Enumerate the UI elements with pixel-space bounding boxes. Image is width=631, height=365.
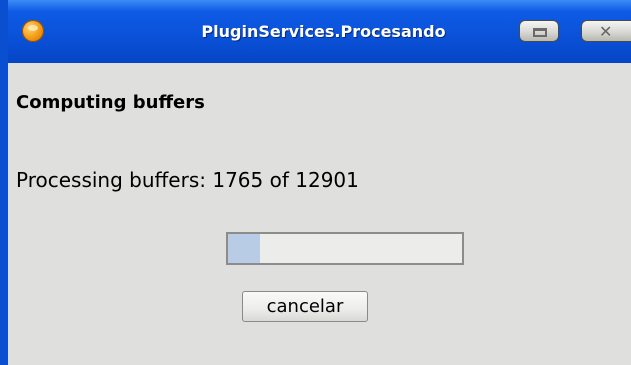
progress-bar <box>226 232 464 265</box>
dialog-heading: Computing buffers <box>16 92 205 113</box>
dialog-window: PluginServices.Procesando ✕ Computing bu… <box>0 0 631 365</box>
cancel-button[interactable]: cancelar <box>242 291 368 322</box>
minimize-button[interactable] <box>519 20 559 42</box>
close-icon: ✕ <box>599 22 613 41</box>
close-button[interactable]: ✕ <box>581 20 631 42</box>
progress-bar-fill <box>228 234 260 263</box>
progress-status-text: Processing buffers: 1765 of 12901 <box>16 168 359 192</box>
minimize-icon <box>533 28 547 37</box>
title-bar[interactable]: PluginServices.Procesando ✕ <box>8 0 631 63</box>
